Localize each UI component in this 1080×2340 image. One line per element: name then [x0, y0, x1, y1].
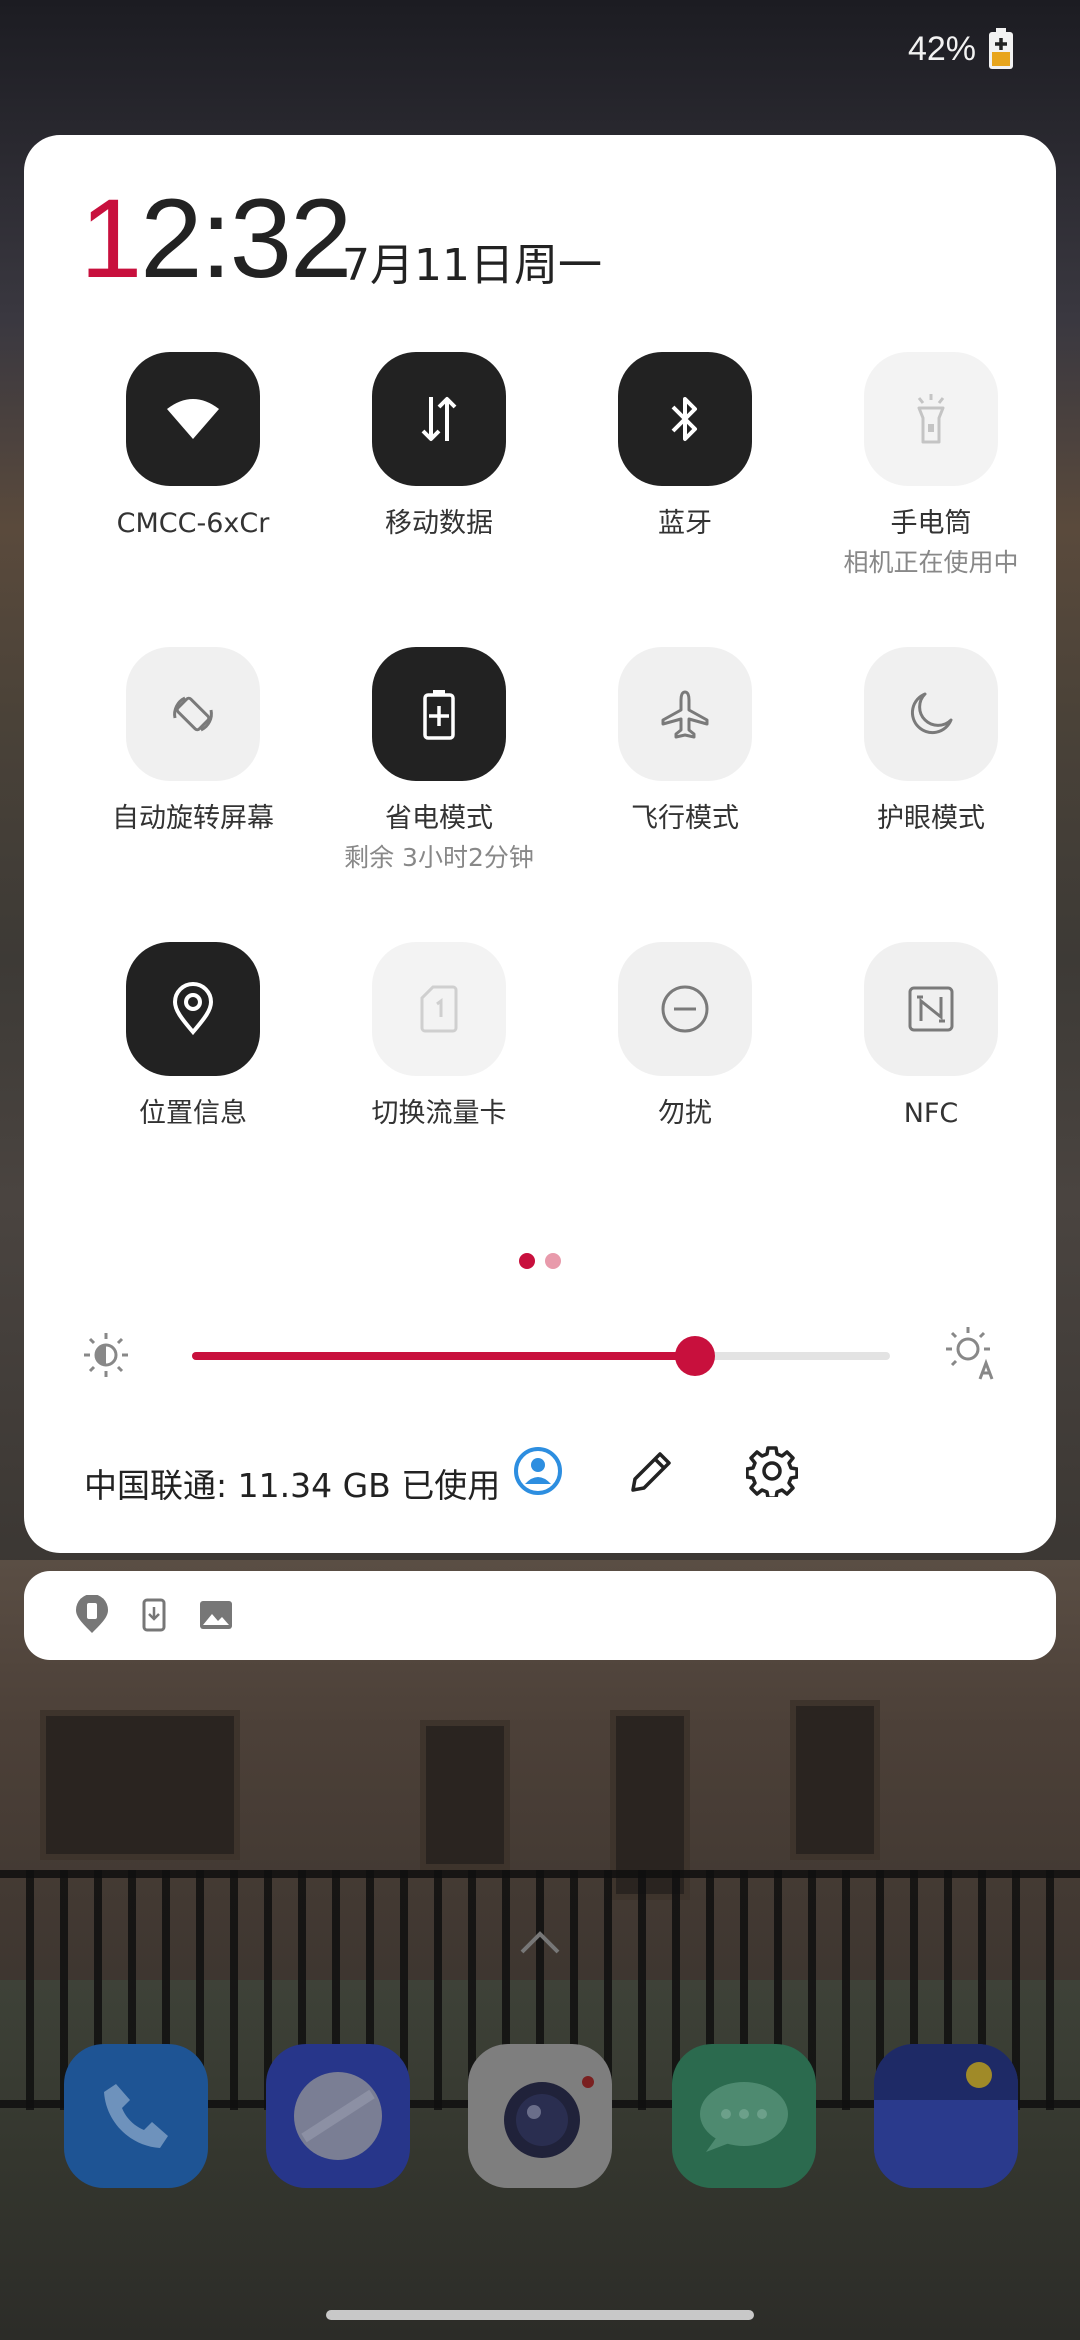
auto-rotate-toggle[interactable]: [126, 647, 260, 781]
tile-label: 自动旋转屏幕: [112, 803, 274, 834]
date-label: 7月11日周一: [342, 240, 602, 291]
bluetooth-toggle[interactable]: [618, 352, 752, 486]
tile-label: 护眼模式: [877, 803, 985, 834]
clock-time-rest: 2:32: [140, 176, 352, 301]
auto-rotate-icon: [173, 696, 213, 732]
battery-percentage: 42%: [907, 30, 976, 68]
switch-sim-toggle[interactable]: [372, 942, 506, 1076]
user-icon: [514, 1447, 562, 1495]
camera-app-icon[interactable]: [468, 2044, 612, 2188]
status-bar: 42%: [0, 0, 1080, 100]
auto-brightness-icon[interactable]: [942, 1323, 1000, 1381]
nfc-toggle[interactable]: [864, 942, 998, 1076]
brightness-slider[interactable]: [192, 1336, 890, 1376]
eye-comfort-toggle[interactable]: [864, 647, 998, 781]
tile-bluetooth[interactable]: 蓝牙: [562, 352, 808, 540]
do-not-disturb-toggle[interactable]: [618, 942, 752, 1076]
notification-icons-bar[interactable]: [24, 1571, 1056, 1660]
data-usage-label[interactable]: 中国联通: 11.34 GB 已使用: [84, 1459, 500, 1507]
battery-saver-icon: [423, 690, 455, 740]
tile-switch-sim[interactable]: 切换流量卡: [316, 942, 562, 1130]
tile-label: NFC: [903, 1098, 959, 1129]
bluetooth-icon: [671, 397, 697, 441]
location-notification-icon: [70, 1593, 114, 1637]
airplane-icon: [661, 690, 709, 739]
settings-button[interactable]: [742, 1441, 802, 1501]
tile-do-not-disturb[interactable]: 勿扰: [562, 942, 808, 1130]
tile-eye-comfort[interactable]: 护眼模式: [808, 647, 1054, 835]
chevron-up-icon[interactable]: [518, 1928, 562, 1956]
edit-icon: [631, 1452, 671, 1492]
battery-saver-toggle[interactable]: [372, 647, 506, 781]
tile-wifi[interactable]: CMCC-6xCr: [70, 352, 316, 540]
tile-label: 手电筒: [890, 508, 972, 539]
do-not-disturb-icon: [661, 985, 709, 1033]
tile-label: 飞行模式: [631, 803, 739, 834]
airplane-toggle[interactable]: [618, 647, 752, 781]
page-dot: [545, 1253, 561, 1269]
battery-charging-icon: [989, 28, 1013, 69]
wallet-app-icon[interactable]: [874, 2044, 1018, 2188]
nfc-icon: [908, 986, 954, 1032]
brightness-slider-thumb[interactable]: [674, 1336, 715, 1376]
clock: 12:32: [80, 183, 352, 295]
download-icon: [132, 1593, 176, 1637]
mobile-data-toggle[interactable]: [372, 352, 506, 486]
tile-sublabel: 相机正在使用中: [843, 548, 1019, 578]
page-dot-active: [519, 1253, 535, 1269]
tile-label: 勿扰: [658, 1098, 712, 1129]
image-icon: [194, 1593, 238, 1637]
tile-airplane[interactable]: 飞行模式: [562, 647, 808, 835]
browser-app-icon[interactable]: [266, 2044, 410, 2188]
brightness-control: [24, 1315, 1056, 1395]
quick-settings-panel: 12:32 7月11日周一 CMCC-6xCr 移动数据 蓝牙 手电筒 相机正在…: [24, 135, 1056, 1553]
tile-battery-saver[interactable]: 省电模式 剩余 3小时2分钟: [316, 647, 562, 873]
edit-button[interactable]: [622, 1441, 682, 1501]
tile-sublabel: 剩余 3小时2分钟: [344, 843, 534, 873]
tile-location[interactable]: 位置信息: [70, 942, 316, 1130]
phone-app-icon[interactable]: [64, 2044, 208, 2188]
messages-app-icon[interactable]: [672, 2044, 816, 2188]
location-icon: [172, 982, 214, 1036]
mobile-data-icon: [421, 397, 457, 441]
home-indicator[interactable]: [326, 2310, 754, 2320]
sim-card-icon: [420, 985, 458, 1033]
user-button[interactable]: [508, 1441, 568, 1501]
tile-nfc[interactable]: NFC: [808, 942, 1054, 1130]
settings-icon: [746, 1446, 798, 1497]
tile-label: 切换流量卡: [371, 1098, 507, 1129]
moon-icon: [910, 692, 953, 735]
tile-mobile-data[interactable]: 移动数据: [316, 352, 562, 540]
tile-flashlight[interactable]: 手电筒 相机正在使用中: [808, 352, 1054, 578]
brightness-icon: [84, 1333, 128, 1377]
tile-label: CMCC-6xCr: [116, 508, 270, 539]
clock-hour-first-digit: 1: [80, 176, 142, 301]
wifi-icon: [167, 399, 219, 439]
tile-label: 蓝牙: [658, 508, 712, 539]
tile-label: 省电模式: [385, 803, 493, 834]
brightness-slider-fill: [192, 1352, 695, 1360]
tile-auto-rotate[interactable]: 自动旋转屏幕: [70, 647, 316, 835]
tile-label: 移动数据: [385, 508, 493, 539]
page-indicator: [24, 1253, 1056, 1269]
location-toggle[interactable]: [126, 942, 260, 1076]
wifi-toggle[interactable]: [126, 352, 260, 486]
flashlight-toggle[interactable]: [864, 352, 998, 486]
flashlight-icon: [917, 394, 945, 444]
tile-label: 位置信息: [139, 1098, 247, 1129]
